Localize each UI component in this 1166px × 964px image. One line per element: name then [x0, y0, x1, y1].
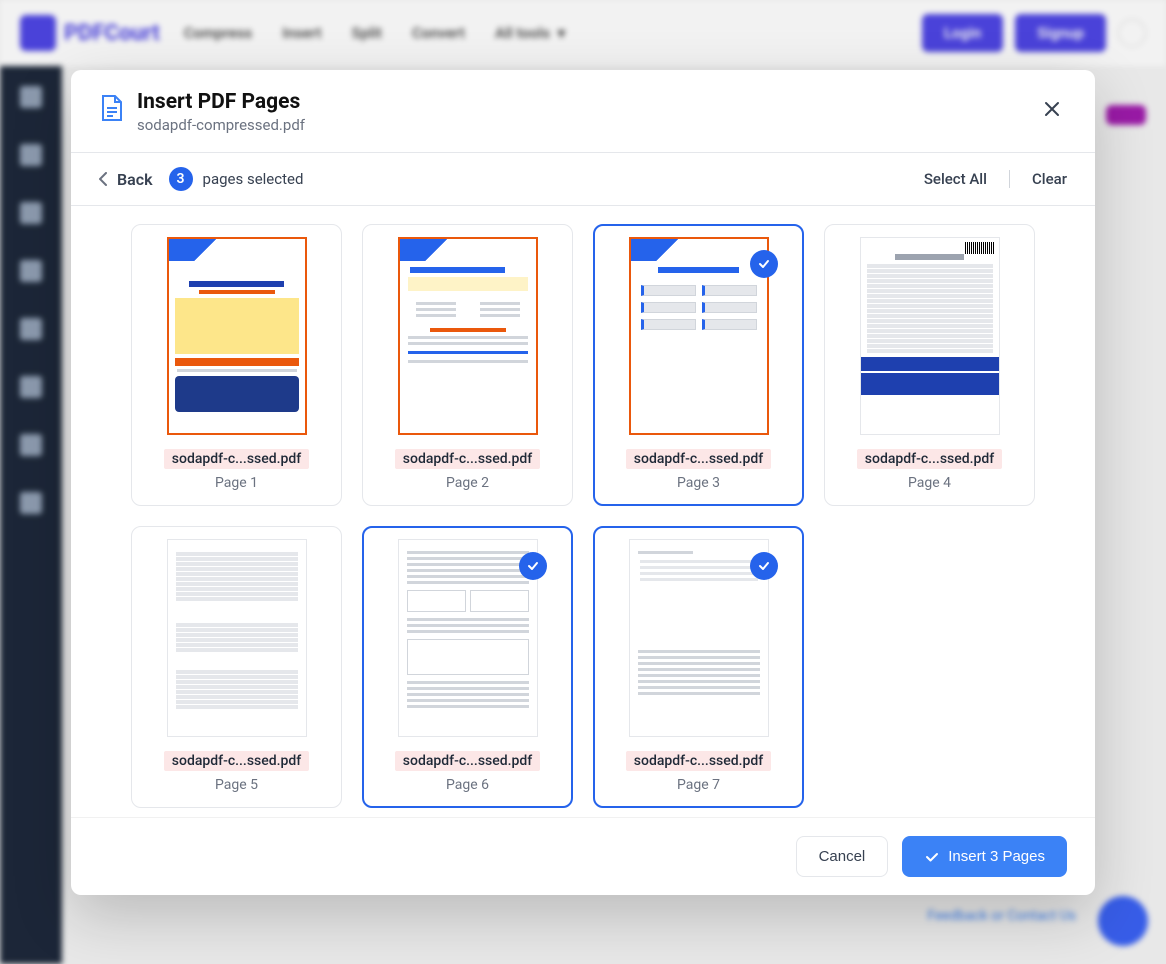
file-name: sodapdf-c...ssed.pdf [857, 449, 1002, 469]
modal-title: Insert PDF Pages [137, 90, 1023, 114]
page-preview [629, 237, 769, 435]
page-preview [398, 539, 538, 737]
document-icon [99, 94, 123, 122]
page-number: Page 7 [606, 777, 791, 793]
page-number: Page 4 [837, 475, 1022, 491]
page-number: Page 2 [375, 475, 560, 491]
selected-count-badge: 3 [169, 167, 193, 191]
page-preview [398, 237, 538, 435]
modal-header: Insert PDF Pages sodapdf-compressed.pdf [71, 70, 1095, 153]
close-icon [1043, 100, 1061, 118]
insert-pages-modal: Insert PDF Pages sodapdf-compressed.pdf … [71, 70, 1095, 895]
page-thumbnail[interactable]: sodapdf-c...ssed.pdf Page 3 [593, 224, 804, 506]
page-number: Page 3 [606, 475, 791, 491]
file-name: sodapdf-c...ssed.pdf [395, 449, 540, 469]
page-number: Page 1 [144, 475, 329, 491]
chevron-left-icon [99, 172, 107, 186]
file-name: sodapdf-c...ssed.pdf [626, 449, 771, 469]
toolbar-divider [1009, 170, 1010, 188]
page-preview [167, 539, 307, 737]
close-button[interactable] [1037, 94, 1067, 124]
selected-check-icon [519, 552, 547, 580]
selected-check-icon [750, 250, 778, 278]
selected-label: pages selected [203, 170, 304, 188]
file-name: sodapdf-c...ssed.pdf [626, 751, 771, 771]
page-thumbnail[interactable]: sodapdf-c...ssed.pdf Page 1 [131, 224, 342, 506]
page-thumbnail[interactable]: sodapdf-c...ssed.pdf Page 5 [131, 526, 342, 808]
page-preview [629, 539, 769, 737]
page-thumbnail[interactable]: sodapdf-c...ssed.pdf Page 4 [824, 224, 1035, 506]
insert-button[interactable]: Insert 3 Pages [902, 836, 1067, 877]
page-thumbnail[interactable]: sodapdf-c...ssed.pdf Page 7 [593, 526, 804, 808]
modal-footer: Cancel Insert 3 Pages [71, 817, 1095, 895]
pages-grid-area: sodapdf-c...ssed.pdfPage 1sodapdf-c...ss… [71, 206, 1095, 817]
selected-check-icon [750, 552, 778, 580]
file-name: sodapdf-c...ssed.pdf [395, 751, 540, 771]
back-button[interactable]: Back [99, 170, 153, 189]
clear-button[interactable]: Clear [1032, 170, 1067, 188]
page-preview [167, 237, 307, 435]
page-number: Page 5 [144, 777, 329, 793]
file-name: sodapdf-c...ssed.pdf [164, 751, 309, 771]
modal-subtitle: sodapdf-compressed.pdf [137, 116, 1023, 134]
insert-label: Insert 3 Pages [948, 848, 1045, 865]
page-number: Page 6 [375, 777, 560, 793]
modal-toolbar: Back 3 pages selected Select All Clear [71, 153, 1095, 206]
page-preview [860, 237, 1000, 435]
page-thumbnail[interactable]: sodapdf-c...ssed.pdf Page 6 [362, 526, 573, 808]
cancel-button[interactable]: Cancel [796, 836, 889, 877]
check-icon [924, 849, 940, 865]
file-name: sodapdf-c...ssed.pdf [164, 449, 309, 469]
page-thumbnail[interactable]: sodapdf-c...ssed.pdf Page 2 [362, 224, 573, 506]
select-all-button[interactable]: Select All [924, 170, 987, 188]
back-label: Back [117, 170, 153, 189]
